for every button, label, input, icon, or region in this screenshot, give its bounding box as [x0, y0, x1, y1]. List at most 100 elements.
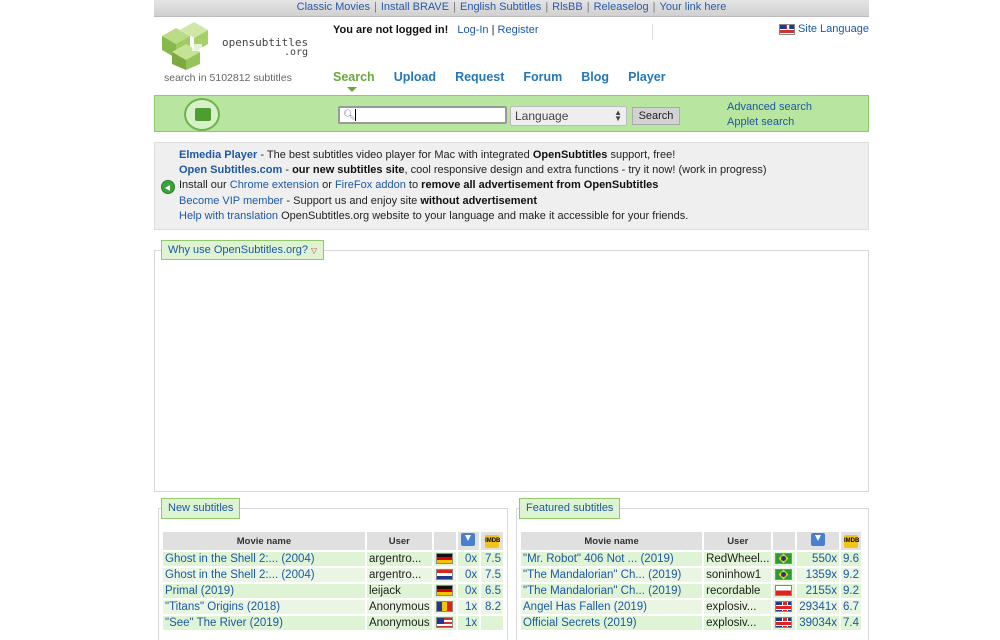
uploader-name[interactable]: leijack [366, 584, 432, 598]
search-button[interactable]: Search [632, 107, 680, 125]
download-count[interactable]: 550x [797, 552, 839, 566]
imdb-rating[interactable]: 9.6 [840, 552, 861, 566]
table-row[interactable]: Primal (2019) leijack 0x 6.5 [163, 584, 503, 598]
toplink-your-link-here[interactable]: Your link here [660, 1, 727, 13]
movie-name-link[interactable]: Official Secrets (2019) [521, 616, 703, 630]
site-language-selector[interactable]: Site Language [779, 23, 869, 35]
uploader-name[interactable]: argentro... [366, 568, 432, 582]
language-flag-icon [773, 616, 796, 630]
language-flag-icon [433, 552, 456, 566]
download-count[interactable]: 1x [457, 616, 480, 630]
nav-blog[interactable]: Blog [581, 70, 609, 84]
download-count[interactable]: 1x [457, 600, 480, 614]
uploader-name[interactable]: explosiv... [704, 616, 772, 630]
toplink-install-brave[interactable]: Install BRAVE [381, 1, 449, 13]
firefox-addon-link[interactable]: FireFox addon [335, 179, 406, 191]
col-movie-name: Movie name [163, 532, 365, 550]
download-count[interactable]: 0x [457, 552, 480, 566]
movie-name-link[interactable]: "Mr. Robot" 406 Not ... (2019) [521, 552, 703, 566]
de-flag-icon [435, 585, 453, 597]
col-user: User [704, 532, 772, 550]
header-divider [652, 24, 653, 40]
nav-player[interactable]: Player [628, 70, 666, 84]
new-subtitles-table: Movie name User IMDB Ghost in the Shell … [161, 530, 505, 632]
col-user: User [366, 532, 432, 550]
table-row[interactable]: Ghost in the Shell 2:... (2004) argentro.… [163, 568, 503, 582]
imdb-rating[interactable] [481, 616, 503, 630]
toplink-classic-movies[interactable]: Classic Movies [297, 1, 370, 13]
language-flag-icon [773, 584, 796, 598]
download-count[interactable]: 0x [457, 584, 480, 598]
applet-search-link[interactable]: Applet search [727, 116, 794, 128]
table-row[interactable]: "The Mandalorian" Ch... (2019) recordable… [521, 584, 861, 598]
opensubtitles-com-link[interactable]: Open Subtitles.com [179, 164, 282, 176]
imdb-rating[interactable]: 9.2 [840, 584, 861, 598]
uploader-name[interactable]: Anonymous [366, 616, 432, 630]
download-count[interactable]: 2155x [797, 584, 839, 598]
uploader-name[interactable]: RedWheel... [704, 552, 772, 566]
movie-name-link[interactable]: Primal (2019) [163, 584, 365, 598]
imdb-rating[interactable]: 6.5 [481, 584, 503, 598]
download-count[interactable]: 1359x [797, 568, 839, 582]
toplink-rlsbb[interactable]: RlsBB [552, 1, 583, 13]
toplink-english-subtitles[interactable]: English Subtitles [460, 1, 541, 13]
uploader-name[interactable]: recordable [704, 584, 772, 598]
table-row[interactable]: Angel Has Fallen (2019) explosiv... 29341x… [521, 600, 861, 614]
main-nav: Search Upload Request Forum Blog Player [333, 70, 666, 92]
download-count[interactable]: 39034x [797, 616, 839, 630]
logo-text[interactable]: opensubtitles .org [222, 37, 308, 58]
imdb-rating[interactable]: 7.4 [840, 616, 861, 630]
nav-forum[interactable]: Forum [523, 70, 562, 84]
promo-box: Elmedia Player - The best subtitles vide… [154, 142, 869, 230]
imdb-rating[interactable]: 9.2 [840, 568, 861, 582]
table-row[interactable]: "See" The River (2019) Anonymous 1x [163, 616, 503, 630]
elmedia-player-link[interactable]: Elmedia Player [179, 149, 257, 161]
language-select[interactable]: Language ▲ ▼ [510, 106, 627, 126]
movie-name-link[interactable]: "The Mandalorian" Ch... (2019) [521, 568, 703, 582]
nav-upload[interactable]: Upload [394, 70, 436, 84]
why-use-toggle[interactable]: Why use OpenSubtitles.org? ▽ [161, 240, 325, 260]
vip-member-link[interactable]: Become VIP member [179, 195, 283, 207]
chevron-down-icon: ▽ [311, 246, 318, 255]
imdb-rating[interactable]: 7.5 [481, 568, 503, 582]
movie-name-link[interactable]: "Titans" Origins (2018) [163, 600, 365, 614]
imdb-rating[interactable]: 7.5 [481, 552, 503, 566]
featured-subtitles-table: Movie name User IMDB "Mr. Robot" 406 Not… [519, 530, 863, 632]
language-flag-icon [773, 600, 796, 614]
movie-name-link[interactable]: "See" The River (2019) [163, 616, 365, 630]
language-flag-icon [433, 568, 456, 582]
search-input[interactable]: 🔍︎ [338, 106, 507, 124]
movie-name-link[interactable]: Angel Has Fallen (2019) [521, 600, 703, 614]
imdb-rating[interactable]: 6.7 [840, 600, 861, 614]
table-row[interactable]: "Mr. Robot" 406 Not ... (2019) RedWheel..… [521, 552, 861, 566]
nav-request[interactable]: Request [455, 70, 504, 84]
movie-name-link[interactable]: "The Mandalorian" Ch... (2019) [521, 584, 703, 598]
toplink-releaselog[interactable]: Releaselog [594, 1, 649, 13]
movie-name-link[interactable]: Ghost in the Shell 2:... (2004) [163, 568, 365, 582]
featured-subtitles-title: Featured subtitles [519, 498, 621, 519]
site-language-link[interactable]: Site Language [798, 23, 869, 35]
nav-search[interactable]: Search [333, 70, 375, 92]
table-row[interactable]: Official Secrets (2019) explosiv... 39034x… [521, 616, 861, 630]
login-link[interactable]: Log-In [457, 24, 488, 36]
translation-help-link[interactable]: Help with translation [179, 210, 278, 222]
gb-flag-icon [775, 601, 793, 613]
col-imdb: IMDB [840, 532, 861, 550]
uploader-name[interactable]: explosiv... [704, 600, 772, 614]
advanced-search-link[interactable]: Advanced search [727, 101, 812, 113]
table-row[interactable]: Ghost in the Shell 2:... (2004) argentro.… [163, 552, 503, 566]
table-row[interactable]: "Titans" Origins (2018) Anonymous 1x 8.2 [163, 600, 503, 614]
uploader-name[interactable]: Anonymous [366, 600, 432, 614]
table-row[interactable]: "The Mandalorian" Ch... (2019) soninhow1 1… [521, 568, 861, 582]
movie-name-link[interactable]: Ghost in the Shell 2:... (2004) [163, 552, 365, 566]
top-links-bar: Classic Movies | Install BRAVE | English Sub… [154, 0, 869, 17]
language-flag-icon [433, 616, 456, 630]
uploader-name[interactable]: argentro... [366, 552, 432, 566]
login-area: You are not logged in! Log-In | Register [333, 24, 539, 36]
uploader-name[interactable]: soninhow1 [704, 568, 772, 582]
download-count[interactable]: 0x [457, 568, 480, 582]
register-link[interactable]: Register [498, 24, 539, 36]
chrome-extension-link[interactable]: Chrome extension [230, 179, 319, 191]
download-count[interactable]: 29341x [797, 600, 839, 614]
imdb-rating[interactable]: 8.2 [481, 600, 503, 614]
